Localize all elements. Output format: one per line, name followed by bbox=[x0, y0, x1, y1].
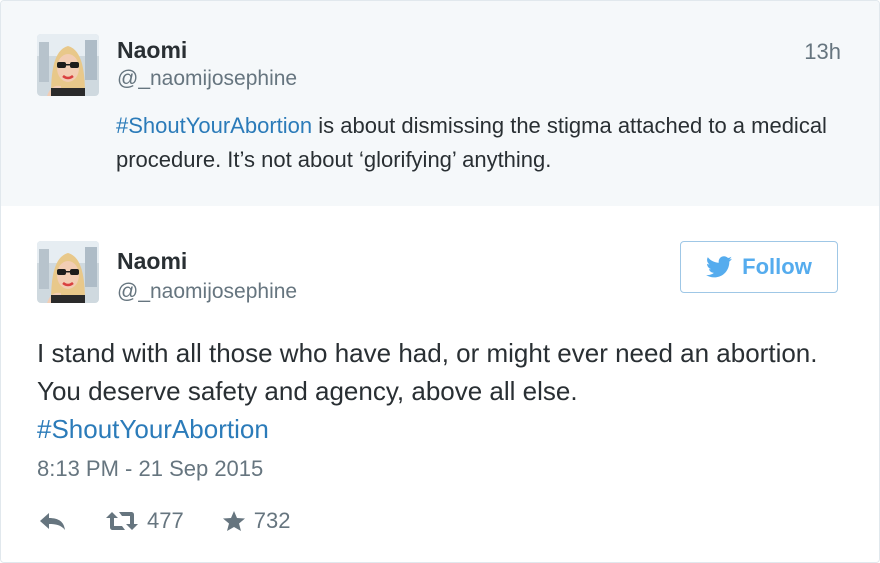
embedded-tweet-card: Naomi @_naomijosephine 13h #ShoutYourAbo… bbox=[0, 0, 880, 563]
hashtag-link[interactable]: #ShoutYourAbortion bbox=[116, 113, 312, 138]
main-tweet: Naomi @_naomijosephine Follow I stand wi… bbox=[1, 206, 879, 562]
retweet-icon bbox=[106, 512, 138, 530]
tweet-text: I stand with all those who have had, or … bbox=[37, 334, 837, 448]
twitter-bird-icon bbox=[706, 256, 733, 278]
reply-button[interactable] bbox=[37, 510, 67, 532]
author-name[interactable]: Naomi bbox=[117, 248, 187, 275]
retweet-count: 477 bbox=[147, 508, 184, 533]
author-name[interactable]: Naomi bbox=[117, 37, 187, 64]
author-handle[interactable]: @_naomijosephine bbox=[117, 67, 297, 91]
tweet-text: #ShoutYourAbortion is about dismissing t… bbox=[116, 109, 846, 177]
follow-button[interactable]: Follow bbox=[680, 241, 838, 293]
avatar[interactable] bbox=[37, 34, 99, 96]
tweet-date[interactable]: 8:13 PM - 21 Sep 2015 bbox=[37, 456, 263, 482]
retweet-button[interactable]: 477 bbox=[105, 508, 184, 534]
author-handle[interactable]: @_naomijosephine bbox=[117, 280, 297, 304]
tweet-body: I stand with all those who have had, or … bbox=[37, 338, 818, 406]
parent-tweet[interactable]: Naomi @_naomijosephine 13h #ShoutYourAbo… bbox=[1, 1, 879, 206]
reply-icon bbox=[40, 513, 65, 530]
timestamp[interactable]: 13h bbox=[804, 39, 841, 65]
favorite-count: 732 bbox=[253, 508, 291, 533]
tweet-actions: 477 732 bbox=[37, 506, 290, 536]
star-icon bbox=[222, 511, 245, 531]
hashtag-link[interactable]: #ShoutYourAbortion bbox=[37, 414, 269, 444]
avatar[interactable] bbox=[37, 241, 99, 303]
follow-label: Follow bbox=[742, 254, 812, 279]
favorite-button[interactable]: 732 bbox=[222, 508, 291, 534]
